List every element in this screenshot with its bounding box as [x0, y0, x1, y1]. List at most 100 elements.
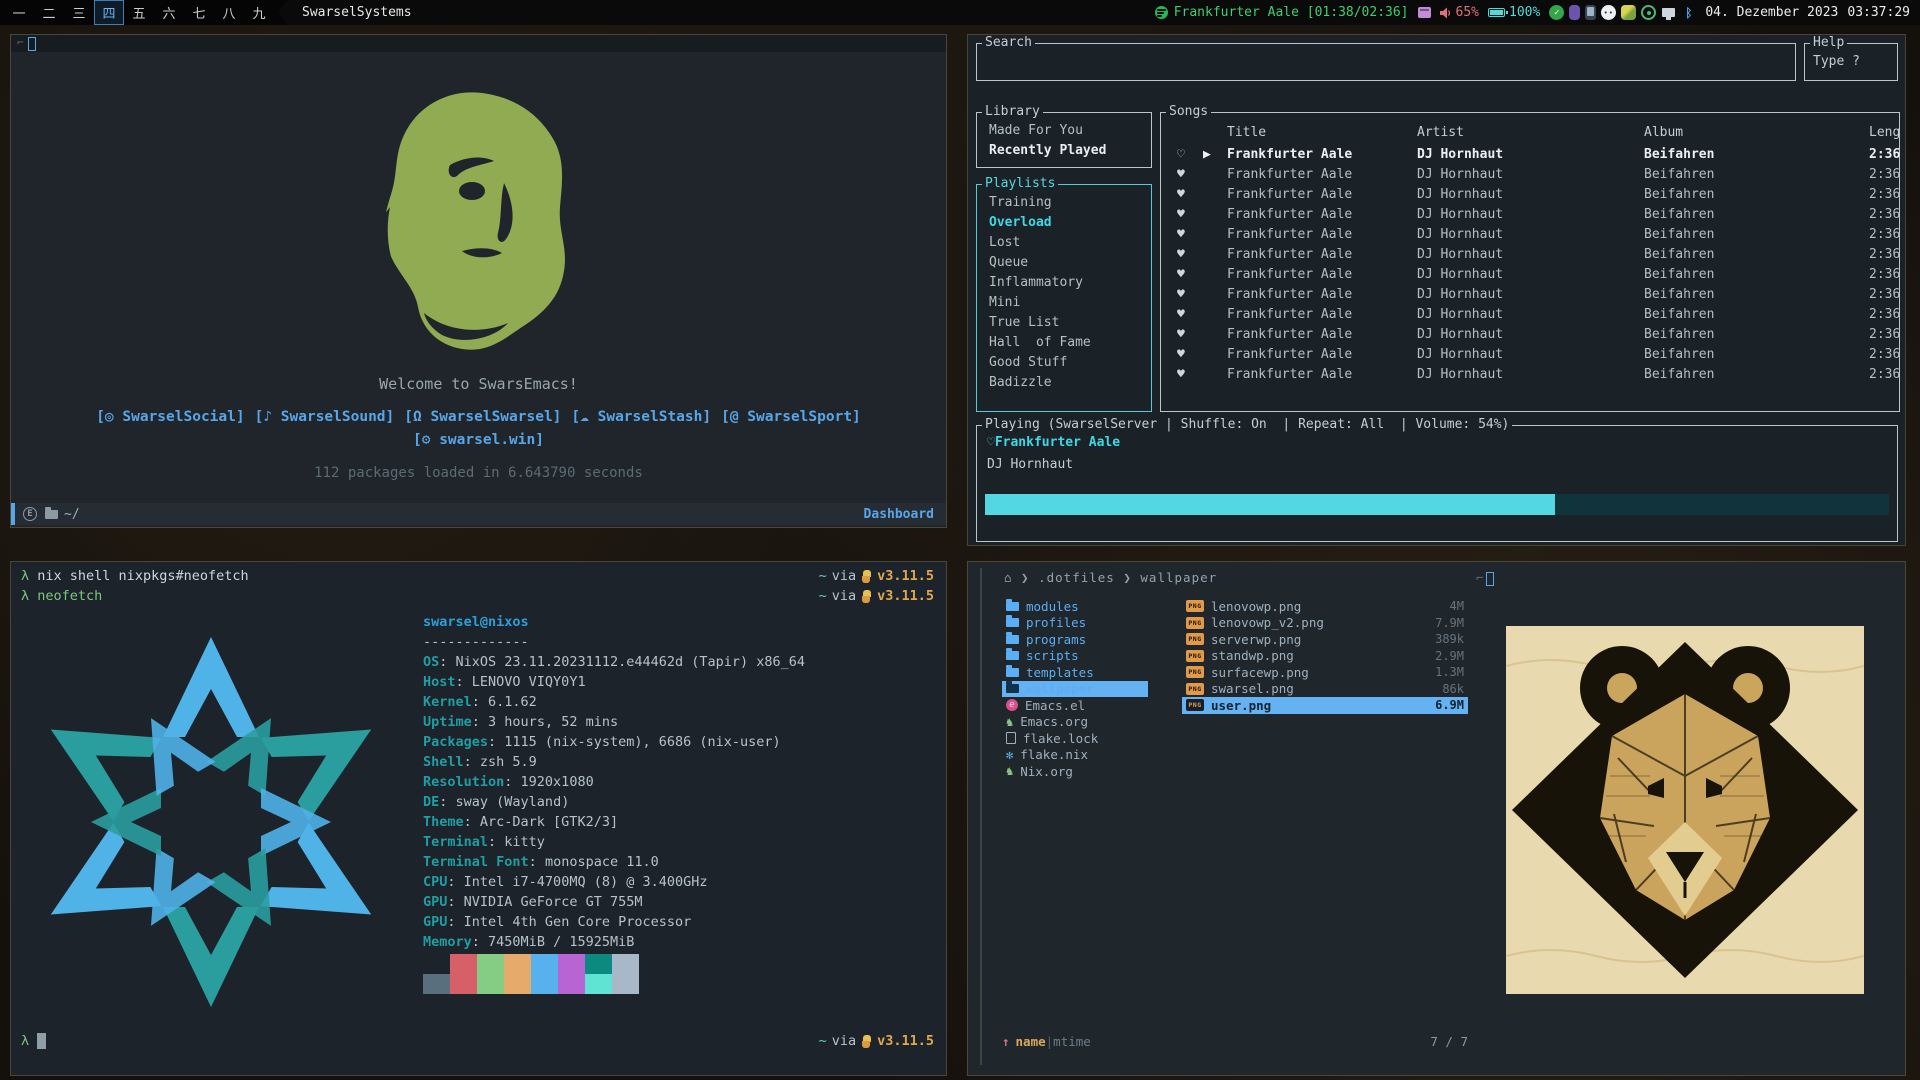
battery-widget[interactable]: 100% [1488, 5, 1540, 20]
workspace-button[interactable]: 七 [184, 0, 214, 25]
favorite-heart-icon[interactable]: ♡ [987, 435, 995, 450]
directory-row[interactable]: flake.lock [1002, 730, 1148, 747]
favorite-heart-icon[interactable]: ♥ [1177, 265, 1203, 285]
favorite-heart-icon[interactable]: ♥ [1177, 165, 1203, 185]
playlist-item[interactable]: Good Stuff [977, 353, 1151, 373]
file-row[interactable]: PNG swarsel.png 86k [1182, 681, 1468, 698]
playlist-item[interactable]: Overload [977, 213, 1151, 233]
file-size: 86k [1442, 682, 1464, 696]
seek-bar[interactable] [985, 494, 1889, 515]
file-row[interactable]: PNG lenovowp_v2.png 7.9M [1182, 615, 1468, 632]
discord-tray-icon[interactable] [1601, 5, 1616, 20]
songs-header-row: Title Artist Album Leng [1161, 123, 1899, 143]
forest-tray-icon[interactable] [1621, 5, 1636, 20]
volume-widget[interactable]: 65% [1440, 5, 1479, 20]
song-row[interactable]: ♥ Frankfurter Aale DJ Hornhaut Beifahren… [1161, 265, 1899, 285]
vpn-tray-icon[interactable] [1569, 5, 1580, 20]
dashboard-link[interactable]: [@ SwarselSport] [721, 409, 861, 425]
png-file-icon: PNG [1186, 650, 1204, 662]
file-row[interactable]: PNG serverwp.png 389k [1182, 631, 1468, 648]
python-icon [861, 590, 872, 603]
playing-indicator-icon [1203, 345, 1227, 365]
favorite-heart-icon[interactable]: ♥ [1177, 245, 1203, 265]
playlist-item[interactable]: Hall of Fame [977, 333, 1151, 353]
favorite-heart-icon[interactable]: ♥ [1177, 205, 1203, 225]
favorite-heart-icon[interactable]: ♥ [1177, 365, 1203, 385]
playlist-item[interactable]: Inflammatory [977, 273, 1151, 293]
keyboard-layout-icon[interactable] [1418, 7, 1431, 18]
directory-row[interactable]: wallpaper [1002, 681, 1148, 698]
directory-row[interactable]: modules [1002, 598, 1148, 615]
workspace-button[interactable]: 二 [34, 0, 64, 25]
song-row[interactable]: ♥ Frankfurter Aale DJ Hornhaut Beifahren… [1161, 345, 1899, 365]
library-item[interactable]: Made For You [977, 121, 1151, 141]
updates-ok-tray-icon[interactable]: ✓ [1549, 5, 1564, 20]
playlist-item[interactable]: Queue [977, 253, 1151, 273]
palette-swatch [477, 954, 504, 974]
library-panel-label: Library [982, 104, 1043, 119]
file-row[interactable]: PNG user.png 6.9M [1182, 697, 1468, 714]
dashboard-link-home[interactable]: [⚙ swarsel.win] [413, 432, 544, 448]
favorite-heart-icon[interactable]: ♡ [1177, 145, 1203, 165]
workspace-button[interactable]: 一 [4, 0, 34, 25]
dashboard-link[interactable]: [◎ SwarselSocial] [96, 409, 244, 425]
favorite-heart-icon[interactable]: ♥ [1177, 325, 1203, 345]
sort-by-mtime[interactable]: mtime [1053, 1034, 1091, 1049]
file-row[interactable]: PNG surfacewp.png 1.3M [1182, 664, 1468, 681]
song-row[interactable]: ♥ Frankfurter Aale DJ Hornhaut Beifahren… [1161, 285, 1899, 305]
directory-row[interactable]: ♞ Emacs.org [1002, 714, 1148, 731]
song-row[interactable]: ♥ Frankfurter Aale DJ Hornhaut Beifahren… [1161, 185, 1899, 205]
song-row[interactable]: ♥ Frankfurter Aale DJ Hornhaut Beifahren… [1161, 205, 1899, 225]
directory-row[interactable]: ♞ Nix.org [1002, 763, 1148, 780]
file-name: user.png [1211, 698, 1271, 713]
song-row[interactable]: ♥ Frankfurter Aale DJ Hornhaut Beifahren… [1161, 365, 1899, 385]
workspace-button[interactable]: 八 [214, 0, 244, 25]
playlist-item[interactable]: True List [977, 313, 1151, 333]
dashboard-link[interactable]: [Ω SwarselSwarsel] [404, 409, 561, 425]
directory-row[interactable]: profiles [1002, 615, 1148, 632]
song-row[interactable]: ♥ Frankfurter Aale DJ Hornhaut Beifahren… [1161, 165, 1899, 185]
song-row[interactable]: ♥ Frankfurter Aale DJ Hornhaut Beifahren… [1161, 225, 1899, 245]
song-row[interactable]: ♥ Frankfurter Aale DJ Hornhaut Beifahren… [1161, 305, 1899, 325]
favorite-heart-icon[interactable]: ♥ [1177, 185, 1203, 205]
playlist-item[interactable]: Lost [977, 233, 1151, 253]
workspace-button[interactable]: 四 [94, 0, 124, 25]
directory-row[interactable]: e Emacs.el [1002, 697, 1148, 714]
library-item[interactable]: Recently Played [977, 141, 1151, 161]
workspace-button[interactable]: 五 [124, 0, 154, 25]
search-input[interactable]: Search [976, 43, 1796, 81]
window-terminal[interactable]: λ nix shell nixpkgs#neofetch ~ via v3.11… [10, 561, 947, 1076]
favorite-heart-icon[interactable]: ♥ [1177, 225, 1203, 245]
song-row[interactable]: ♥ Frankfurter Aale DJ Hornhaut Beifahren… [1161, 325, 1899, 345]
kdeconnect-tray-icon[interactable] [1585, 5, 1596, 20]
workspace-button[interactable]: 六 [154, 0, 184, 25]
playlist-item[interactable]: Badizzle [977, 373, 1151, 393]
song-row[interactable]: ♥ Frankfurter Aale DJ Hornhaut Beifahren… [1161, 245, 1899, 265]
display-tray-icon[interactable] [1661, 5, 1676, 20]
song-row[interactable]: ♡ ▶ Frankfurter Aale DJ Hornhaut Beifahr… [1161, 145, 1899, 165]
directory-row[interactable]: templates [1002, 664, 1148, 681]
playlist-item[interactable]: Mini [977, 293, 1151, 313]
directory-row[interactable]: programs [1002, 631, 1148, 648]
dashboard-links: [◎ SwarselSocial] [♪ SwarselSound] [Ω Swar… [11, 409, 946, 425]
workspace-button[interactable]: 九 [244, 0, 274, 25]
favorite-heart-icon[interactable]: ♥ [1177, 285, 1203, 305]
syncthing-tray-icon[interactable] [1641, 5, 1656, 20]
date-display[interactable]: 04. Dezember 2023 [1705, 5, 1838, 20]
sort-direction-icon[interactable]: ↑ [1002, 1034, 1010, 1049]
shell-prompt[interactable]: λ [21, 1033, 46, 1049]
favorite-heart-icon[interactable]: ♥ [1177, 305, 1203, 325]
breadcrumb[interactable]: ⌂ ❯ .dotfiles ❯ wallpaper [1004, 570, 1217, 585]
directory-row[interactable]: scripts [1002, 648, 1148, 665]
dashboard-link[interactable]: [♪ SwarselSound] [255, 409, 395, 425]
dashboard-link[interactable]: [☁ SwarselStash] [571, 409, 711, 425]
now-playing-widget[interactable]: Frankfurter Aale [01:38/02:36] [1155, 5, 1409, 20]
workspace-button[interactable]: 三 [64, 0, 94, 25]
favorite-heart-icon[interactable]: ♥ [1177, 345, 1203, 365]
bluetooth-tray-icon[interactable]: ᛒ [1681, 5, 1696, 20]
file-row[interactable]: PNG lenovowp.png 4M [1182, 598, 1468, 615]
file-row[interactable]: PNG standwp.png 2.9M [1182, 648, 1468, 665]
sort-by-name[interactable]: name [1016, 1034, 1046, 1049]
directory-row[interactable]: ✻ flake.nix [1002, 747, 1148, 764]
playlist-item[interactable]: Training [977, 193, 1151, 213]
